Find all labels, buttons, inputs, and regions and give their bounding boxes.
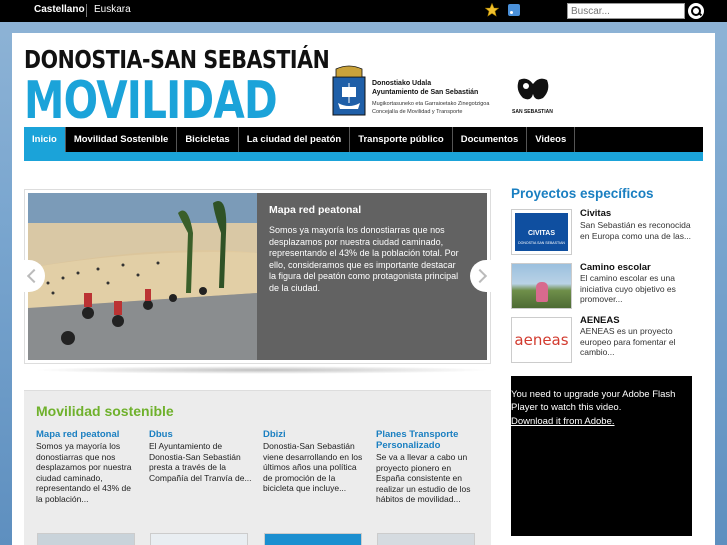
camino-escolar-thumbnail[interactable] (511, 263, 572, 309)
ms-column-title[interactable]: Dbizi (263, 429, 366, 440)
slider-shadow (32, 366, 491, 374)
ms-column-dbizi: Dbizi Donostia-San Sebastián viene desar… (263, 429, 366, 494)
ayto-dept-basque: Mugikortasuneko eta Garraioetako Zinegot… (372, 101, 490, 107)
nav-item-transporte-publico[interactable]: Transporte público (350, 127, 453, 152)
civitas-logo-text: CIVITAS (527, 230, 556, 237)
camino-escolar-figure (536, 282, 548, 302)
nav-item-documentos[interactable]: Documentos (453, 127, 528, 152)
search-button[interactable] (688, 3, 704, 19)
civitas-logo-subtext: DONOSTIA SAN SEBASTIAN (518, 241, 565, 245)
san-sebastian-logo-text: SAN SEBASTIAN (512, 109, 553, 115)
slider-body: Somos ya mayoría los donostiarras que no… (269, 225, 459, 293)
slider-title[interactable]: Mapa red peatonal (269, 204, 361, 216)
search-input[interactable] (567, 3, 685, 19)
ms-column-body: El Ayuntamiento de Donostia-San Sebastiá… (149, 441, 252, 483)
ms-column-title[interactable]: Planes Transporte Personalizado (376, 429, 479, 451)
civitas-logo: CIVITAS DONOSTIA SAN SEBASTIAN (515, 213, 568, 251)
ms-thumbnail[interactable] (150, 533, 248, 545)
proyecto-civitas-title[interactable]: Civitas (580, 208, 611, 219)
nav-accent-bar (24, 152, 703, 161)
logo-city-name[interactable]: DONOSTIA-SAN SEBASTIÁN (24, 45, 330, 74)
slider-photo-illustration (28, 193, 257, 360)
ms-column-title[interactable]: Dbus (149, 429, 252, 440)
nav-item-movilidad-sostenible[interactable]: Movilidad Sostenible (66, 127, 178, 152)
language-castellano-link[interactable]: Castellano (34, 4, 85, 15)
nav-item-inicio[interactable]: Inicio (24, 127, 66, 152)
proyecto-aeneas-body: AENEAS es un proyecto europeo para fomen… (580, 326, 676, 357)
ms-thumbnail[interactable] (264, 533, 362, 545)
ms-column-title[interactable]: Mapa red peatonal (36, 429, 139, 440)
slider-photo-beach-cyclists[interactable] (28, 193, 257, 360)
flash-download-link[interactable]: Download it from Adobe. (511, 416, 615, 427)
ms-column-dbus: Dbus El Ayuntamiento de Donostia-San Seb… (149, 429, 252, 483)
city-crest-icon (332, 65, 366, 116)
aeneas-logo-text: aeneas (514, 331, 569, 349)
aeneas-thumbnail[interactable]: aeneas (511, 317, 572, 363)
nav-item-ciudad-peaton[interactable]: La ciudad del peatón (239, 127, 351, 152)
ms-column-body: Somos ya mayoría los donostiarras que no… (36, 441, 132, 504)
ayto-name-spanish: Ayuntamiento de San Sebastián (372, 89, 479, 96)
ms-thumbnail[interactable] (37, 533, 135, 545)
proyectos-title: Proyectos específicos (511, 186, 654, 201)
language-divider (86, 4, 87, 17)
ms-column-body: Se va a llevar a cabo un proyecto pioner… (376, 452, 471, 504)
rss-icon[interactable] (508, 4, 520, 16)
civitas-thumbnail[interactable]: CIVITAS DONOSTIA SAN SEBASTIAN (511, 209, 572, 255)
ms-column-mapa: Mapa red peatonal Somos ya mayoría los d… (36, 429, 139, 504)
proyecto-aeneas-title[interactable]: AENEAS (580, 315, 620, 326)
proyecto-camino-escolar-body: El camino escolar es una iniciativa cuyo… (580, 273, 676, 304)
ms-thumbnail[interactable] (377, 533, 475, 545)
ayto-name-basque: Donostiako Udala (372, 80, 432, 87)
ms-column-planes: Planes Transporte Personalizado Se va a … (376, 429, 479, 505)
nav-item-bicicletas[interactable]: Bicicletas (177, 127, 239, 152)
logo-movilidad[interactable]: MOVILIDAD (24, 71, 278, 131)
movilidad-sostenible-title: Movilidad sostenible (36, 403, 174, 419)
ayto-dept-spanish: Concejalía de Movilidad y Transporte (372, 109, 463, 115)
favorite-star-icon[interactable] (485, 3, 499, 17)
main-navigation: Inicio Movilidad Sostenible Bicicletas L… (24, 127, 703, 152)
flash-upgrade-message: You need to upgrade your Adobe Flash Pla… (511, 389, 676, 413)
ms-column-body: Donostia-San Sebastián viene desarrollan… (263, 441, 363, 493)
proyecto-camino-escolar-title[interactable]: Camino escolar (580, 262, 651, 273)
nav-item-videos[interactable]: Videos (527, 127, 576, 152)
proyecto-civitas-body: San Sebastián es reconocida en Europa co… (580, 220, 692, 241)
language-euskara-link[interactable]: Euskara (94, 4, 131, 15)
